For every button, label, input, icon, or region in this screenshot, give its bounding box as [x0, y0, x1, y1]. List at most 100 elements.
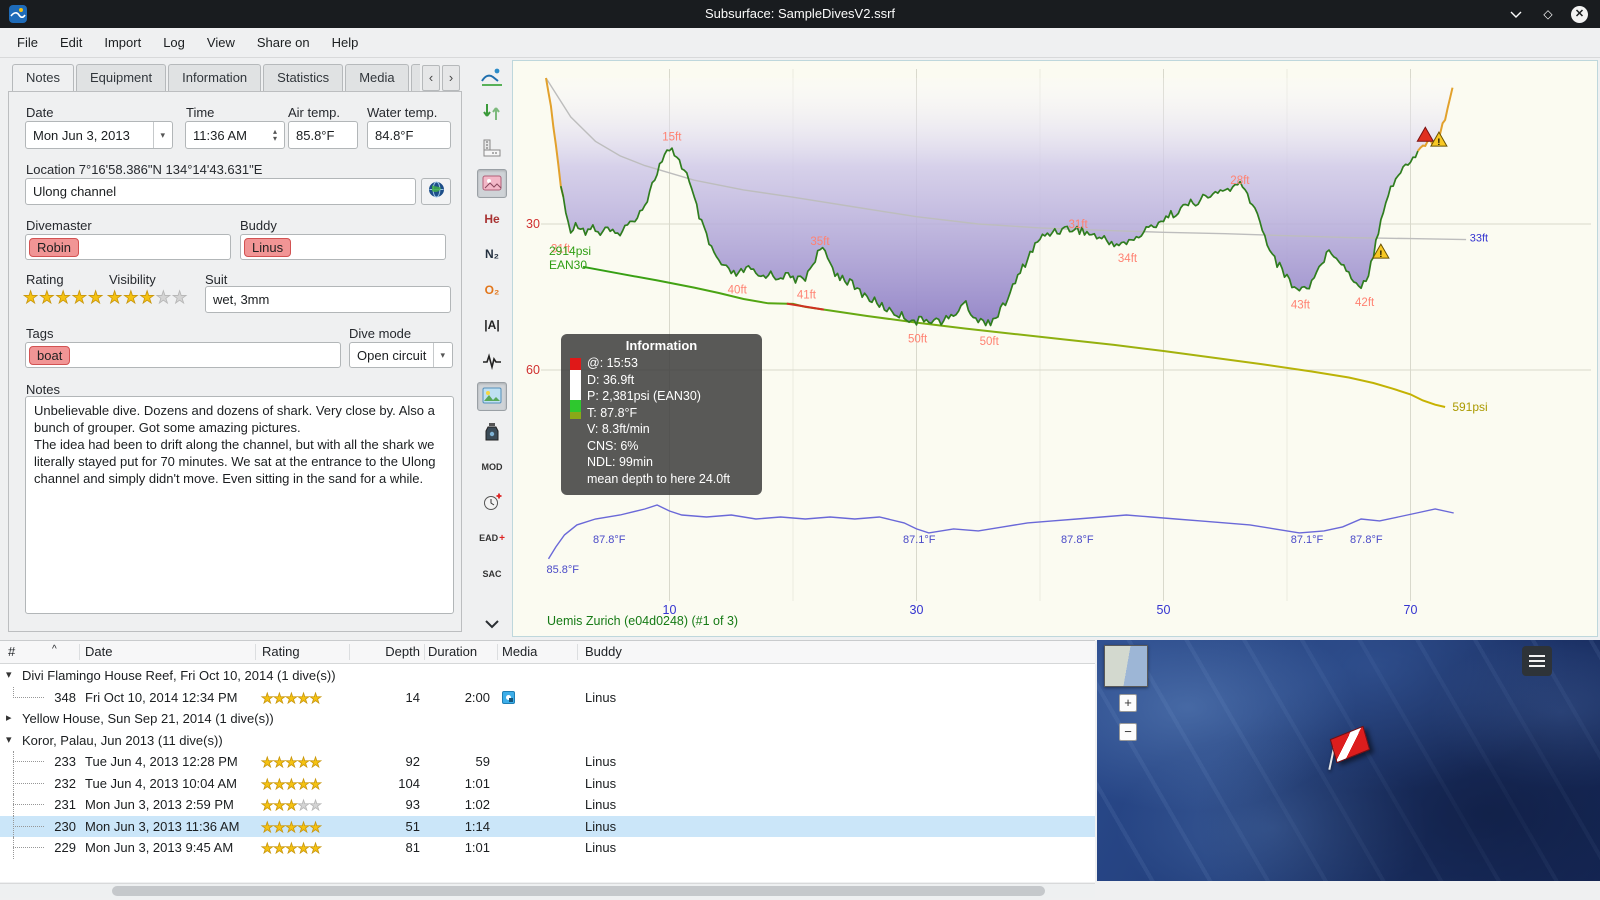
o2-graph-icon[interactable]: O₂ [477, 275, 507, 304]
picture-icon[interactable] [477, 381, 507, 411]
dive-row[interactable]: 231 Mon Jun 3, 2013 2:59 PM ★★★★★ 93 1:02 Lin… [0, 794, 1095, 816]
ruler-icon[interactable] [477, 133, 507, 162]
dive-list-hscrollbar[interactable] [0, 883, 1095, 898]
svg-text:EAN30: EAN30 [549, 258, 587, 272]
tab-statistics[interactable]: Statistics [263, 64, 344, 91]
dive-profile-chart[interactable]: 31ft 15ft 40ft 41ft 35ft 50ft 50ft 31ft 34ft 28ft… [512, 60, 1598, 637]
dive-row[interactable]: 230 Mon Jun 3, 2013 11:36 AM ★★★★★ 51 1:14 Li… [0, 815, 1095, 837]
dc-time-icon[interactable] [477, 488, 507, 517]
map-zoom-in-button[interactable]: + [1119, 694, 1137, 712]
suit-field[interactable]: wet, 3mm [205, 286, 451, 313]
tag-chip[interactable]: boat [29, 345, 71, 365]
tab-information[interactable]: Information [168, 64, 262, 91]
visibility-stars[interactable]: ★ ★ ★ ★ ★ [107, 288, 188, 308]
date-label: Date [26, 105, 54, 120]
menu-share-on[interactable]: Share on [246, 30, 321, 55]
trip-row[interactable]: ▾ Divi Flamingo House Reef, Fri Oct 10, 2… [0, 665, 1095, 687]
trip-row[interactable]: ▾ Koror, Palau, Jun 2013 (11 dive(s)) [0, 730, 1095, 752]
map-zoom-out-button[interactable]: − [1119, 723, 1137, 741]
mod-icon[interactable]: MOD [477, 453, 507, 482]
dive-rating-stars: ★★★★★ [261, 840, 323, 857]
dive-site-map[interactable]: + − [1097, 640, 1600, 881]
star-icon: ★ [285, 797, 298, 814]
watertemp-field[interactable]: 84.8°F [367, 121, 451, 149]
collapse-icon[interactable]: ▾ [6, 733, 12, 746]
tab-scroll-left[interactable]: ‹ [422, 65, 440, 91]
expand-icon[interactable]: ▸ [6, 711, 12, 724]
column-header-rating[interactable]: Rating [262, 644, 352, 659]
menu-view[interactable]: View [196, 30, 246, 55]
column-header-duration[interactable]: Duration [428, 644, 490, 659]
he-graph-icon[interactable]: He [477, 204, 507, 233]
tree-branch [13, 804, 44, 805]
tab-equipment[interactable]: Equipment [75, 64, 167, 91]
chevron-down-icon: ▾ [153, 122, 165, 148]
column-header-date[interactable]: Date [85, 644, 255, 659]
tab-notes[interactable]: Notes [12, 64, 74, 91]
notes-tab-pane: Date Time Air temp. Water temp. Mon Jun … [8, 91, 462, 632]
dive-depth: 92 [405, 754, 420, 769]
close-icon[interactable]: ✕ [1571, 5, 1588, 23]
tags-field[interactable]: boat [25, 342, 341, 368]
location-input[interactable]: Ulong channel [25, 178, 416, 205]
buddy-field[interactable]: Linus [240, 234, 446, 260]
divemaster-chip[interactable]: Robin [29, 237, 79, 257]
maximize-icon[interactable]: ◇ [1539, 5, 1557, 23]
star-icon: ★ [71, 288, 88, 308]
minimize-icon[interactable] [1507, 5, 1525, 23]
globe-button[interactable] [421, 178, 451, 205]
svg-text:43ft: 43ft [1291, 299, 1311, 311]
trip-row[interactable]: ▸ Yellow House, Sun Sep 21, 2014 (1 dive(… [0, 708, 1095, 730]
tab-e[interactable]: E [410, 64, 420, 91]
photos-icon[interactable] [477, 168, 507, 198]
dive-row[interactable]: 232 Tue Jun 4, 2013 10:04 AM ★★★★★ 104 1:01 L… [0, 772, 1095, 794]
map-overview-inset[interactable] [1104, 645, 1148, 687]
star-icon: ★ [261, 754, 274, 771]
dive-flag-marker[interactable] [1325, 725, 1375, 774]
n2-graph-icon[interactable]: N₂ [477, 240, 507, 269]
notes-textarea[interactable]: Unbelievable dive. Dozens and dozens of … [25, 396, 454, 614]
tab-media[interactable]: Media [345, 64, 409, 91]
tree-branch [13, 847, 44, 848]
buddy-chip[interactable]: Linus [244, 237, 292, 257]
heart-rate-icon[interactable] [477, 346, 507, 375]
menu-edit[interactable]: Edit [49, 30, 93, 55]
star-icon: ★ [285, 689, 298, 706]
menu-help[interactable]: Help [321, 30, 370, 55]
ead-icon[interactable]: EAD + [477, 524, 507, 553]
toolbar-scroll-down[interactable] [477, 609, 507, 638]
dc-ceiling-icon[interactable] [477, 62, 507, 91]
dive-row[interactable]: 229 Mon Jun 3, 2013 9:45 AM ★★★★★ 81 1:01 Lin… [0, 837, 1095, 859]
setpoint-icon[interactable]: |A| [477, 311, 507, 340]
scrollbar-thumb[interactable] [112, 886, 1045, 896]
column-header-num[interactable]: # [8, 644, 48, 659]
date-combobox[interactable]: Mon Jun 3, 2013 ▾ [25, 121, 173, 149]
collapse-icon[interactable]: ▾ [6, 668, 12, 681]
rating-stars[interactable]: ★ ★ ★ ★ ★ [23, 288, 104, 308]
dive-row[interactable]: 348 Fri Oct 10, 2014 12:34 PM ★★★★★ 14 2:00 L… [0, 686, 1095, 709]
gas-bottle-icon[interactable] [477, 417, 507, 446]
star-icon: ★ [273, 840, 286, 857]
menubar: File Edit Import Log View Share on Help [0, 28, 1600, 58]
media-icon[interactable] [502, 690, 515, 704]
column-header-media[interactable]: Media [502, 644, 562, 659]
menu-log[interactable]: Log [152, 30, 196, 55]
tab-scroll-right[interactable]: › [442, 65, 460, 91]
airtemp-field[interactable]: 85.8°F [288, 121, 358, 149]
menu-import[interactable]: Import [93, 30, 152, 55]
column-header-depth[interactable]: Depth [352, 644, 420, 659]
menu-file[interactable]: File [6, 30, 49, 55]
column-header-buddy[interactable]: Buddy [585, 644, 705, 659]
watertemp-label: Water temp. [367, 105, 438, 120]
divemode-select[interactable]: Open circuit ▾ [349, 342, 453, 368]
divemaster-field[interactable]: Robin [25, 234, 231, 260]
dive-row[interactable]: 233 Tue Jun 4, 2013 12:28 PM ★★★★★ 92 59 Linu… [0, 751, 1095, 773]
dive-profile-svg[interactable]: 31ft15ft40ft 41ft35ft50ft 50ft31ft34ft28ft… [513, 61, 1597, 636]
dive-list-header[interactable]: # Date Rating Depth Duration Media Buddy ^ [0, 641, 1095, 664]
buddy-label: Buddy [240, 218, 277, 233]
calc-ceiling-icon[interactable] [477, 98, 507, 127]
sac-icon[interactable]: SAC [477, 559, 507, 588]
time-spinbox[interactable]: 11:36 AM ▴ ▾ [185, 121, 285, 149]
map-menu-button[interactable] [1522, 646, 1552, 676]
spinner-arrows-icon[interactable]: ▴ ▾ [273, 128, 277, 143]
